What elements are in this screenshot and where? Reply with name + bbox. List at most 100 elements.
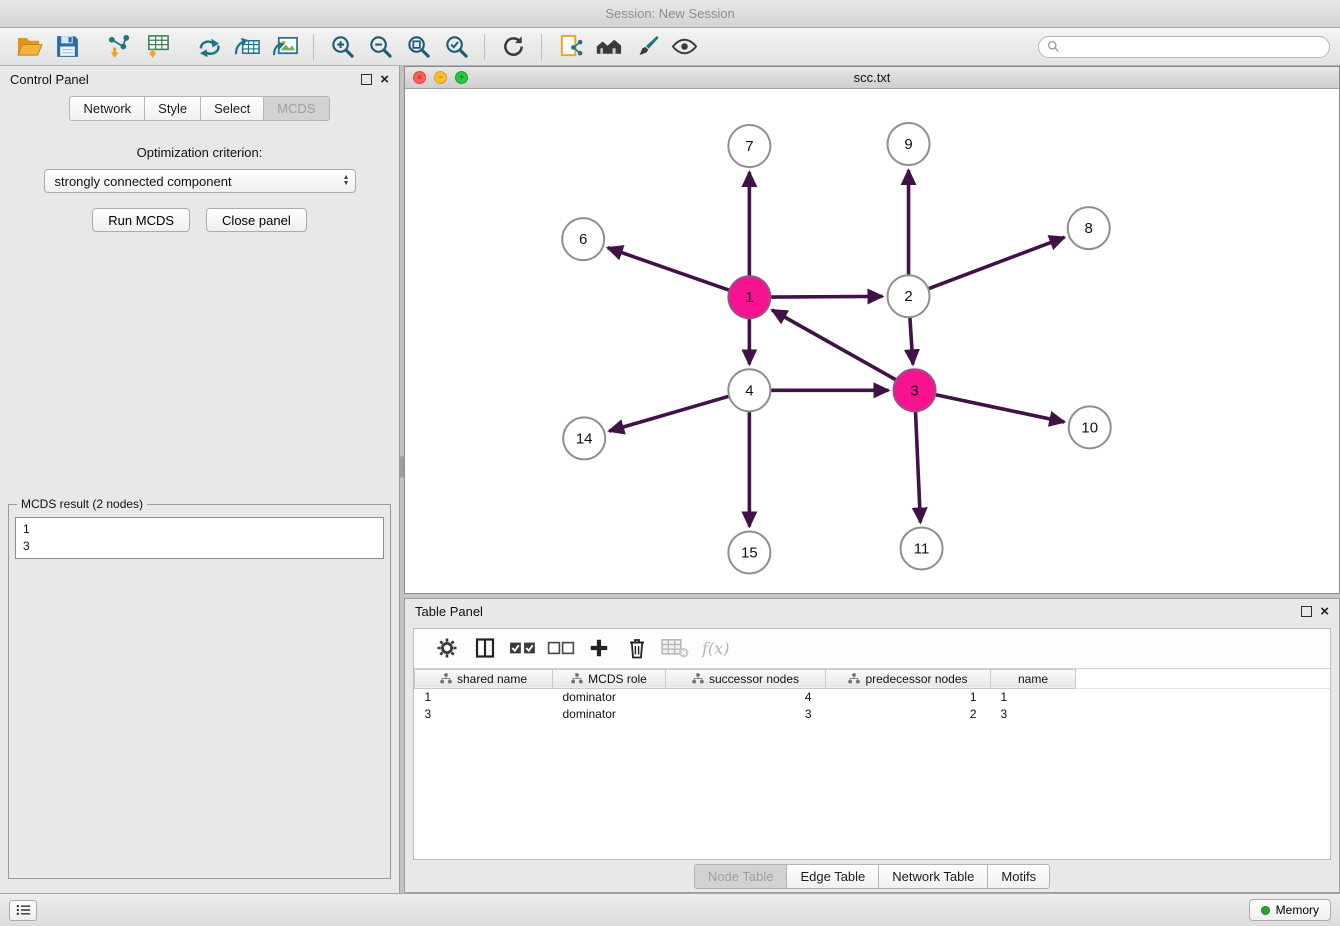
column-tree-icon (440, 673, 452, 684)
cell-mcds-role[interactable]: dominator (553, 688, 666, 705)
float-table-panel-icon[interactable] (1301, 606, 1312, 617)
network-window-titlebar[interactable]: × − + scc.txt (405, 67, 1339, 89)
right-column: × − + scc.txt 7968124310141511 Table Pan… (404, 66, 1340, 893)
export-image-icon[interactable] (266, 31, 304, 63)
search-input[interactable] (1065, 40, 1321, 54)
control-panel-tabbar: NetworkStyleSelectMCDS (0, 92, 399, 127)
graph-node-9[interactable]: 9 (888, 123, 930, 165)
node-table-scroll[interactable]: shared nameMCDS role successor nodes prede… (414, 669, 1330, 859)
zoom-in-icon[interactable] (323, 31, 361, 63)
close-panel-icon[interactable]: × (380, 74, 389, 85)
graph-node-11[interactable]: 11 (901, 527, 943, 569)
zoom-out-icon[interactable] (361, 31, 399, 63)
cell-mcds-role[interactable]: dominator (553, 705, 666, 722)
network-window: × − + scc.txt 7 9 6 8 1 2 4 3 10 14 15 11 (404, 66, 1340, 594)
graph-edge-3-1[interactable] (772, 310, 896, 380)
graph-node-3[interactable]: 3 (894, 369, 936, 411)
mcds-result-box: MCDS result (2 nodes) 13 (8, 497, 391, 879)
import-network-icon[interactable] (100, 31, 138, 63)
mcds-result-line: 3 (23, 538, 376, 555)
add-column-icon[interactable] (582, 632, 616, 664)
splitter-grip[interactable] (400, 456, 404, 478)
column-header-name[interactable]: name (991, 669, 1076, 688)
criterion-dropdown-value: strongly connected component (55, 174, 343, 189)
run-mcds-button[interactable]: Run MCDS (92, 208, 190, 232)
home-icon[interactable] (589, 31, 627, 63)
cell-shared-name[interactable]: 1 (415, 688, 553, 705)
cell-shared-name[interactable]: 3 (415, 705, 553, 722)
cell-name[interactable]: 1 (991, 688, 1076, 705)
save-session-icon[interactable] (48, 31, 86, 63)
table-row[interactable]: 3dominator323 (415, 705, 1331, 722)
close-window-icon[interactable]: × (413, 71, 426, 84)
criterion-dropdown[interactable]: strongly connected component ▲▼ (44, 169, 356, 193)
column-header-successor-nodes[interactable]: successor nodes (666, 669, 826, 688)
select-all-icon[interactable] (506, 632, 540, 664)
graph-edge-3-10[interactable] (935, 395, 1064, 422)
graph-node-15[interactable]: 15 (728, 531, 770, 573)
graph-edge-2-3[interactable] (910, 317, 913, 364)
unselect-all-icon[interactable] (544, 632, 578, 664)
apply-style-icon[interactable] (627, 31, 665, 63)
cell-predecessor-nodes[interactable]: 1 (826, 688, 991, 705)
zoom-fit-icon[interactable] (399, 31, 437, 63)
tab-edge-table[interactable]: Edge Table (787, 864, 879, 889)
graph-edge-3-11[interactable] (915, 411, 920, 522)
show-graphics-icon[interactable] (665, 31, 703, 63)
graph-node-14[interactable]: 14 (563, 417, 605, 459)
cell-name[interactable]: 3 (991, 705, 1076, 722)
graph-node-4[interactable]: 4 (728, 369, 770, 411)
graph-node-label: 4 (745, 382, 753, 399)
delete-column-icon[interactable] (620, 632, 654, 664)
zoom-window-icon[interactable]: + (455, 71, 468, 84)
close-panel-button[interactable]: Close panel (206, 208, 307, 232)
graph-node-10[interactable]: 10 (1069, 406, 1111, 448)
import-table-icon[interactable] (138, 31, 176, 63)
mcds-result-list[interactable]: 13 (15, 517, 384, 559)
network-from-table-icon[interactable] (228, 31, 266, 63)
network-canvas[interactable]: 7 9 6 8 1 2 4 3 10 14 15 11 (405, 89, 1339, 593)
table-row[interactable]: 1dominator411 (415, 688, 1331, 705)
tab-mcds[interactable]: MCDS (264, 96, 329, 121)
tab-network[interactable]: Network (69, 96, 145, 121)
zoom-selected-icon[interactable] (437, 31, 475, 63)
new-network-icon[interactable] (190, 31, 228, 63)
cell-successor-nodes[interactable]: 4 (666, 688, 826, 705)
network-graph[interactable]: 7 9 6 8 1 2 4 3 10 14 15 11 (405, 89, 1339, 593)
cell-predecessor-nodes[interactable]: 2 (826, 705, 991, 722)
tab-style[interactable]: Style (145, 96, 201, 121)
graph-node-7[interactable]: 7 (728, 125, 770, 167)
column-header-shared-name[interactable]: shared name (415, 669, 553, 688)
search-field[interactable] (1038, 36, 1330, 58)
graph-node-6[interactable]: 6 (562, 218, 604, 260)
task-history-button[interactable] (9, 900, 37, 921)
tab-motifs[interactable]: Motifs (988, 864, 1050, 889)
column-header-mcds-role[interactable]: MCDS role (553, 669, 666, 688)
tab-network-table[interactable]: Network Table (879, 864, 988, 889)
column-header-label: successor nodes (709, 672, 799, 686)
memory-button[interactable]: Memory (1249, 899, 1331, 921)
tab-select[interactable]: Select (201, 96, 264, 121)
graph-edge-1-6[interactable] (608, 248, 730, 291)
panel-splitter[interactable] (400, 66, 404, 893)
graph-node-label: 8 (1085, 220, 1093, 237)
main-toolbar (0, 28, 1340, 66)
graph-node-8[interactable]: 8 (1068, 207, 1110, 249)
graph-node-1[interactable]: 1 (728, 276, 770, 318)
close-table-panel-icon[interactable]: × (1320, 606, 1329, 617)
graph-edge-4-14[interactable] (609, 396, 729, 431)
tab-node-table[interactable]: Node Table (694, 864, 788, 889)
float-panel-icon[interactable] (361, 74, 372, 85)
graph-edge-1-2[interactable] (770, 296, 882, 297)
gear-icon[interactable] (430, 632, 464, 664)
minimize-window-icon[interactable]: − (434, 71, 447, 84)
graph-node-2[interactable]: 2 (888, 275, 930, 317)
graph-edge-2-8[interactable] (928, 237, 1064, 288)
split-column-icon[interactable] (468, 632, 502, 664)
open-in-new-icon[interactable] (551, 31, 589, 63)
column-header-predecessor-nodes[interactable]: predecessor nodes (826, 669, 991, 688)
cell-successor-nodes[interactable]: 3 (666, 705, 826, 722)
refresh-icon[interactable] (494, 31, 532, 63)
delete-table-icon (658, 632, 692, 664)
open-file-icon[interactable] (10, 31, 48, 63)
